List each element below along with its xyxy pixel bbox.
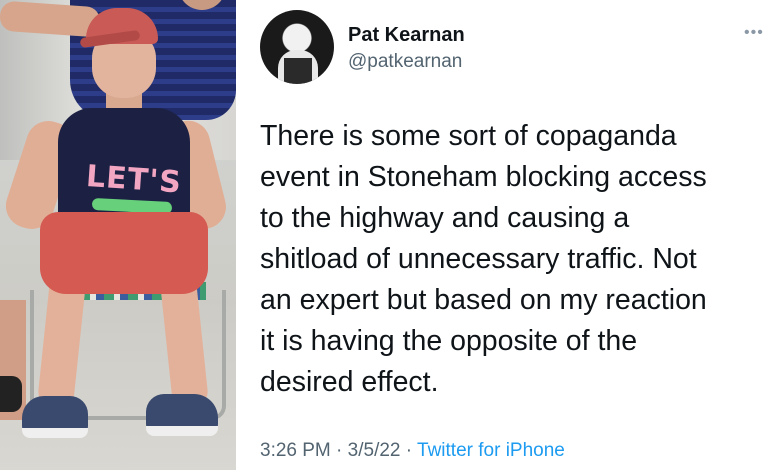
tweet-card: Pat Kearnan @patkearnan ••• There is som… — [236, 0, 780, 470]
author-handle[interactable]: @patkearnan — [348, 51, 462, 73]
tweet-source-link[interactable]: Twitter for iPhone — [417, 440, 565, 461]
author-avatar[interactable] — [260, 10, 334, 84]
separator: · — [336, 440, 343, 461]
red-shorts — [40, 212, 208, 294]
tank-top-text: LET'S — [84, 158, 183, 201]
separator: · — [405, 440, 413, 461]
tweet-text-line: desired effect. — [260, 366, 439, 398]
background-person-shoe — [0, 376, 22, 412]
tweet-text-line: shitload of unnecessary traffic. Not — [260, 243, 697, 275]
tweet-text-line: There is some sort of copaganda — [260, 120, 677, 152]
tweet-text-line: it is having the opposite of the — [260, 325, 638, 357]
tweet-text-line: event in Stoneham blocking access — [260, 161, 707, 193]
tweet-time[interactable]: 3:26 PM — [260, 440, 331, 461]
tweet-text-line: to the highway and causing a — [260, 202, 630, 234]
tweet-date[interactable]: 3/5/22 — [348, 440, 401, 461]
tweet-metadata: 3:26 PM · 3/5/22 · Twitter for iPhone — [260, 440, 565, 462]
tweet-text-line: an expert but based on my reaction — [260, 284, 707, 316]
right-sneaker-sole — [146, 426, 218, 436]
left-sneaker-sole — [22, 428, 88, 438]
meme-photo: LET'S — [0, 0, 236, 470]
author-name[interactable]: Pat Kearnan — [348, 24, 465, 47]
more-horizontal-icon[interactable]: ••• — [744, 24, 764, 42]
avatar-shirt — [284, 58, 312, 84]
tweet-text: There is some sort of copaganda event in… — [260, 116, 766, 403]
